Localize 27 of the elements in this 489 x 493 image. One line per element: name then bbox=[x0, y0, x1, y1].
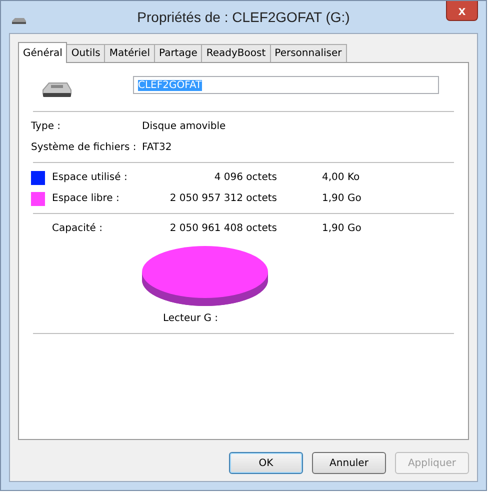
capacity-size: 1,90 Go bbox=[322, 223, 362, 234]
info-value: FAT32 bbox=[142, 142, 172, 153]
space-label: Espace utilisé : bbox=[52, 172, 128, 183]
info-value: Disque amovible bbox=[142, 121, 226, 132]
dialog-button[interactable]: OK bbox=[229, 452, 303, 474]
name-text: CLEF2GOFAT bbox=[138, 80, 202, 90]
tab[interactable]: Personnaliser bbox=[270, 44, 347, 62]
tab[interactable]: Partage bbox=[154, 44, 202, 62]
drive-label: Lecteur G : bbox=[163, 313, 218, 324]
usb-drive-icon bbox=[11, 17, 27, 25]
tab[interactable]: ReadyBoost bbox=[201, 44, 271, 62]
capacity-label: Capacité : bbox=[52, 223, 104, 234]
tab[interactable]: Outils bbox=[66, 44, 106, 62]
space-label: Espace libre : bbox=[52, 193, 120, 204]
window-title: Propriétés de : CLEF2GOFAT (G:) bbox=[137, 9, 350, 25]
tab[interactable]: Général bbox=[18, 42, 68, 63]
space-size: 4,00 Ko bbox=[322, 172, 360, 183]
space-size: 1,90 Go bbox=[322, 193, 362, 204]
info-label: Type : bbox=[31, 121, 62, 132]
usb-drive-icon bbox=[41, 81, 73, 99]
space-bytes: 4 096 octets bbox=[213, 172, 277, 183]
tab[interactable]: Matériel bbox=[104, 44, 155, 62]
capacity-bytes: 2 050 961 408 octets bbox=[168, 223, 277, 234]
dialog-button[interactable]: Annuler bbox=[312, 452, 386, 474]
close-button[interactable]: x bbox=[446, 1, 478, 21]
info-label: Système de fichiers : bbox=[31, 142, 138, 153]
space-bytes: 2 050 957 312 octets bbox=[168, 193, 277, 204]
